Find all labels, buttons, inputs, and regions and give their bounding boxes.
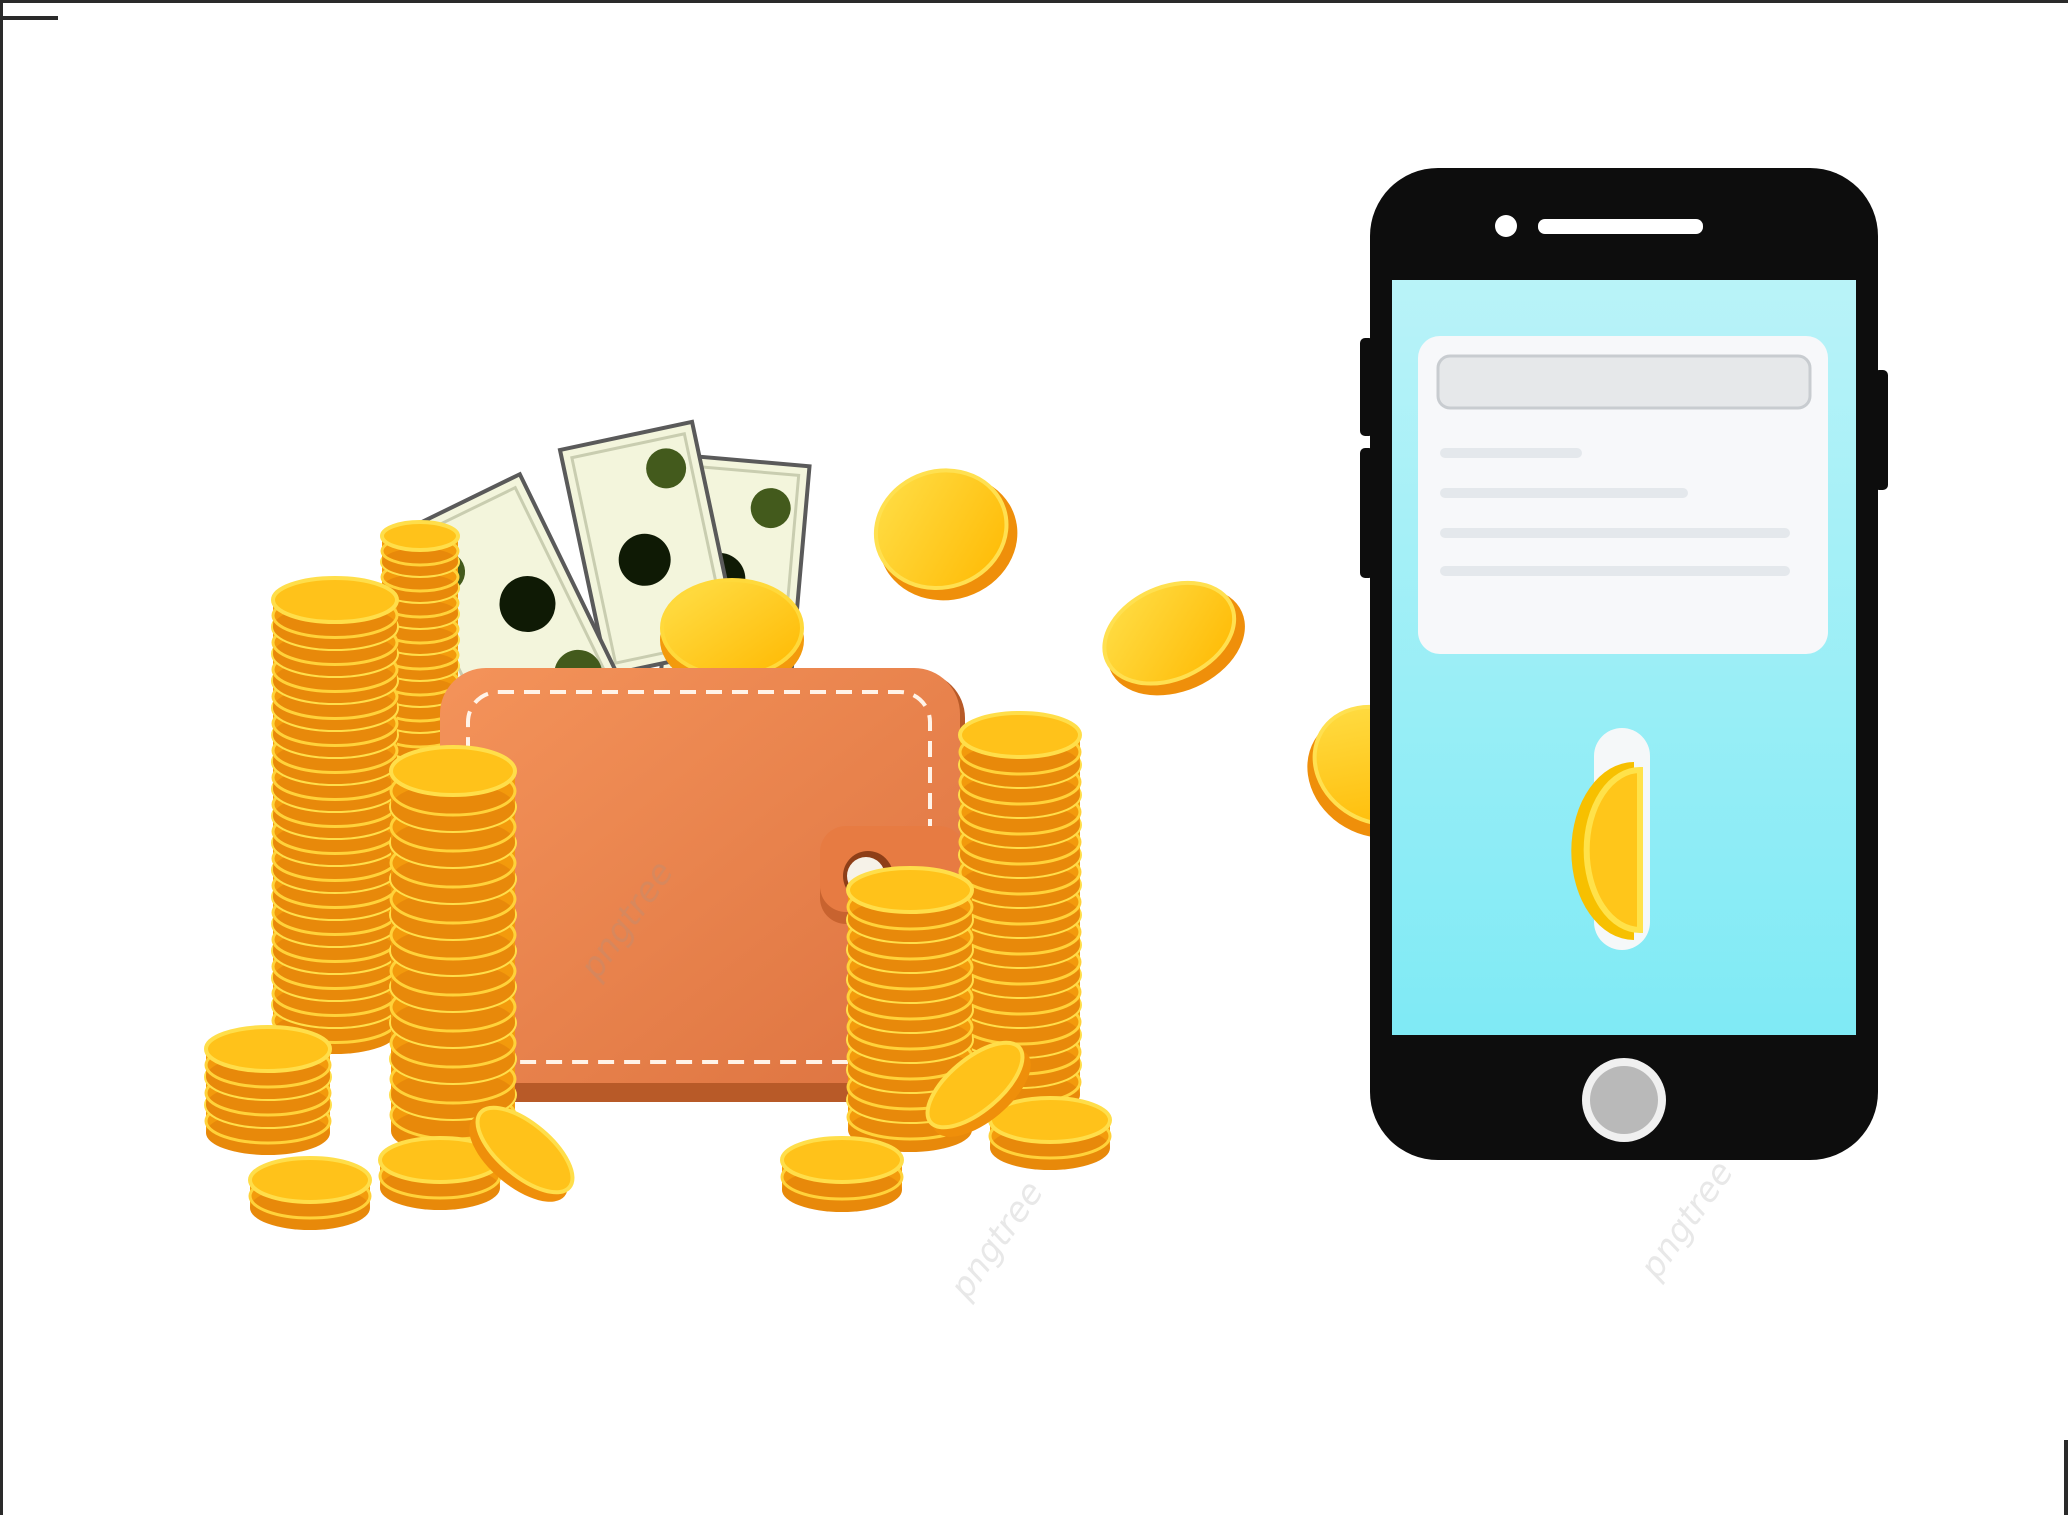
coin-stack [988, 1096, 1112, 1170]
wallet-to-phone-illustration [204, 168, 1888, 1230]
coin-stack [780, 1136, 904, 1212]
coin-stack [389, 745, 517, 1155]
gold-coin-icon [1102, 580, 1245, 696]
coin-stack [204, 1025, 332, 1155]
coin-stack [248, 1156, 372, 1230]
gold-coin-icon [873, 468, 1018, 601]
coin-stack [271, 576, 399, 1054]
smartphone-icon [1360, 168, 1888, 1160]
